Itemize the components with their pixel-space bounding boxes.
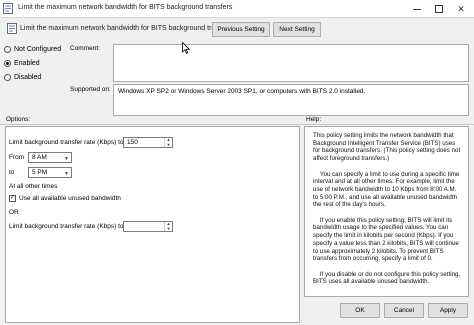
next-setting-button[interactable]: Next Setting	[273, 22, 321, 37]
radio-label: Enabled	[14, 60, 40, 67]
radio-not-configured[interactable]: Not Configured	[4, 46, 61, 53]
previous-setting-button[interactable]: Previous Setting	[212, 22, 270, 37]
radio-enabled[interactable]: Enabled	[4, 60, 40, 67]
rate2-input[interactable]: ▲ ▼	[123, 221, 173, 232]
radio-disabled[interactable]: Disabled	[4, 74, 41, 81]
rate-value: 150	[127, 139, 138, 146]
cancel-button[interactable]: Cancel	[384, 303, 424, 318]
apply-button[interactable]: Apply	[428, 303, 468, 318]
use-all-checkbox[interactable]: ✓ Use all available unused bandwidth	[9, 195, 121, 202]
to-value: 5 PM	[32, 169, 48, 176]
maximize-icon	[435, 5, 443, 13]
close-icon: ✕	[457, 3, 465, 14]
rate-spinner[interactable]: ▲ ▼	[164, 138, 172, 147]
radio-indicator[interactable]	[4, 46, 11, 53]
rate2-label: Limit background transfer rate (Kbps) to…	[9, 223, 126, 230]
rate-label: Limit background transfer rate (Kbps) to…	[9, 139, 126, 146]
comment-textarea[interactable]	[113, 44, 469, 82]
policy-icon	[7, 23, 17, 34]
radio-indicator[interactable]	[4, 74, 11, 81]
help-text: This policy setting limits the network b…	[313, 132, 461, 286]
window-title: Limit the maximum network bandwidth for …	[18, 4, 233, 11]
options-pane: Limit background transfer rate (Kbps) to…	[5, 126, 300, 323]
from-label: From	[9, 154, 25, 161]
use-all-label: Use all available unused bandwidth	[19, 195, 121, 202]
options-label: Options:	[6, 116, 31, 123]
radio-label: Disabled	[14, 74, 42, 81]
to-select[interactable]: 5 PM ▼	[28, 167, 72, 178]
radio-indicator[interactable]	[4, 60, 11, 67]
supported-label: Supported on:	[70, 86, 111, 93]
rate2-spinner[interactable]: ▲ ▼	[164, 222, 172, 231]
check-icon[interactable]: ✓	[9, 195, 16, 202]
supported-on-text: Windows XP SP2 or Windows Server 2003 SP…	[113, 84, 469, 116]
divider	[0, 124, 474, 125]
minimize-icon	[413, 8, 421, 10]
policy-icon	[3, 3, 13, 14]
setting-title: Limit the maximum network bandwidth for …	[20, 25, 235, 32]
ok-button[interactable]: OK	[340, 303, 380, 318]
title-bar: Limit the maximum network bandwidth for …	[0, 0, 474, 18]
close-button[interactable]: ✕	[450, 0, 472, 18]
or-label: OR	[9, 209, 19, 216]
rate-input[interactable]: 150 ▲ ▼	[123, 137, 173, 148]
maximize-button[interactable]	[428, 0, 450, 18]
other-times-label: At all other times	[9, 183, 58, 190]
mouse-cursor-icon	[182, 42, 190, 54]
chevron-down-icon: ▼	[64, 156, 69, 162]
from-value: 8 AM	[32, 154, 47, 161]
to-label: to	[9, 169, 15, 176]
help-pane: This policy setting limits the network b…	[304, 126, 469, 297]
from-select[interactable]: 8 AM ▼	[28, 152, 72, 163]
radio-label: Not Configured	[14, 46, 62, 53]
help-label: Help:	[306, 116, 322, 123]
minimize-button[interactable]	[406, 0, 428, 18]
chevron-down-icon: ▼	[64, 171, 69, 177]
comment-label: Comment:	[70, 45, 100, 52]
